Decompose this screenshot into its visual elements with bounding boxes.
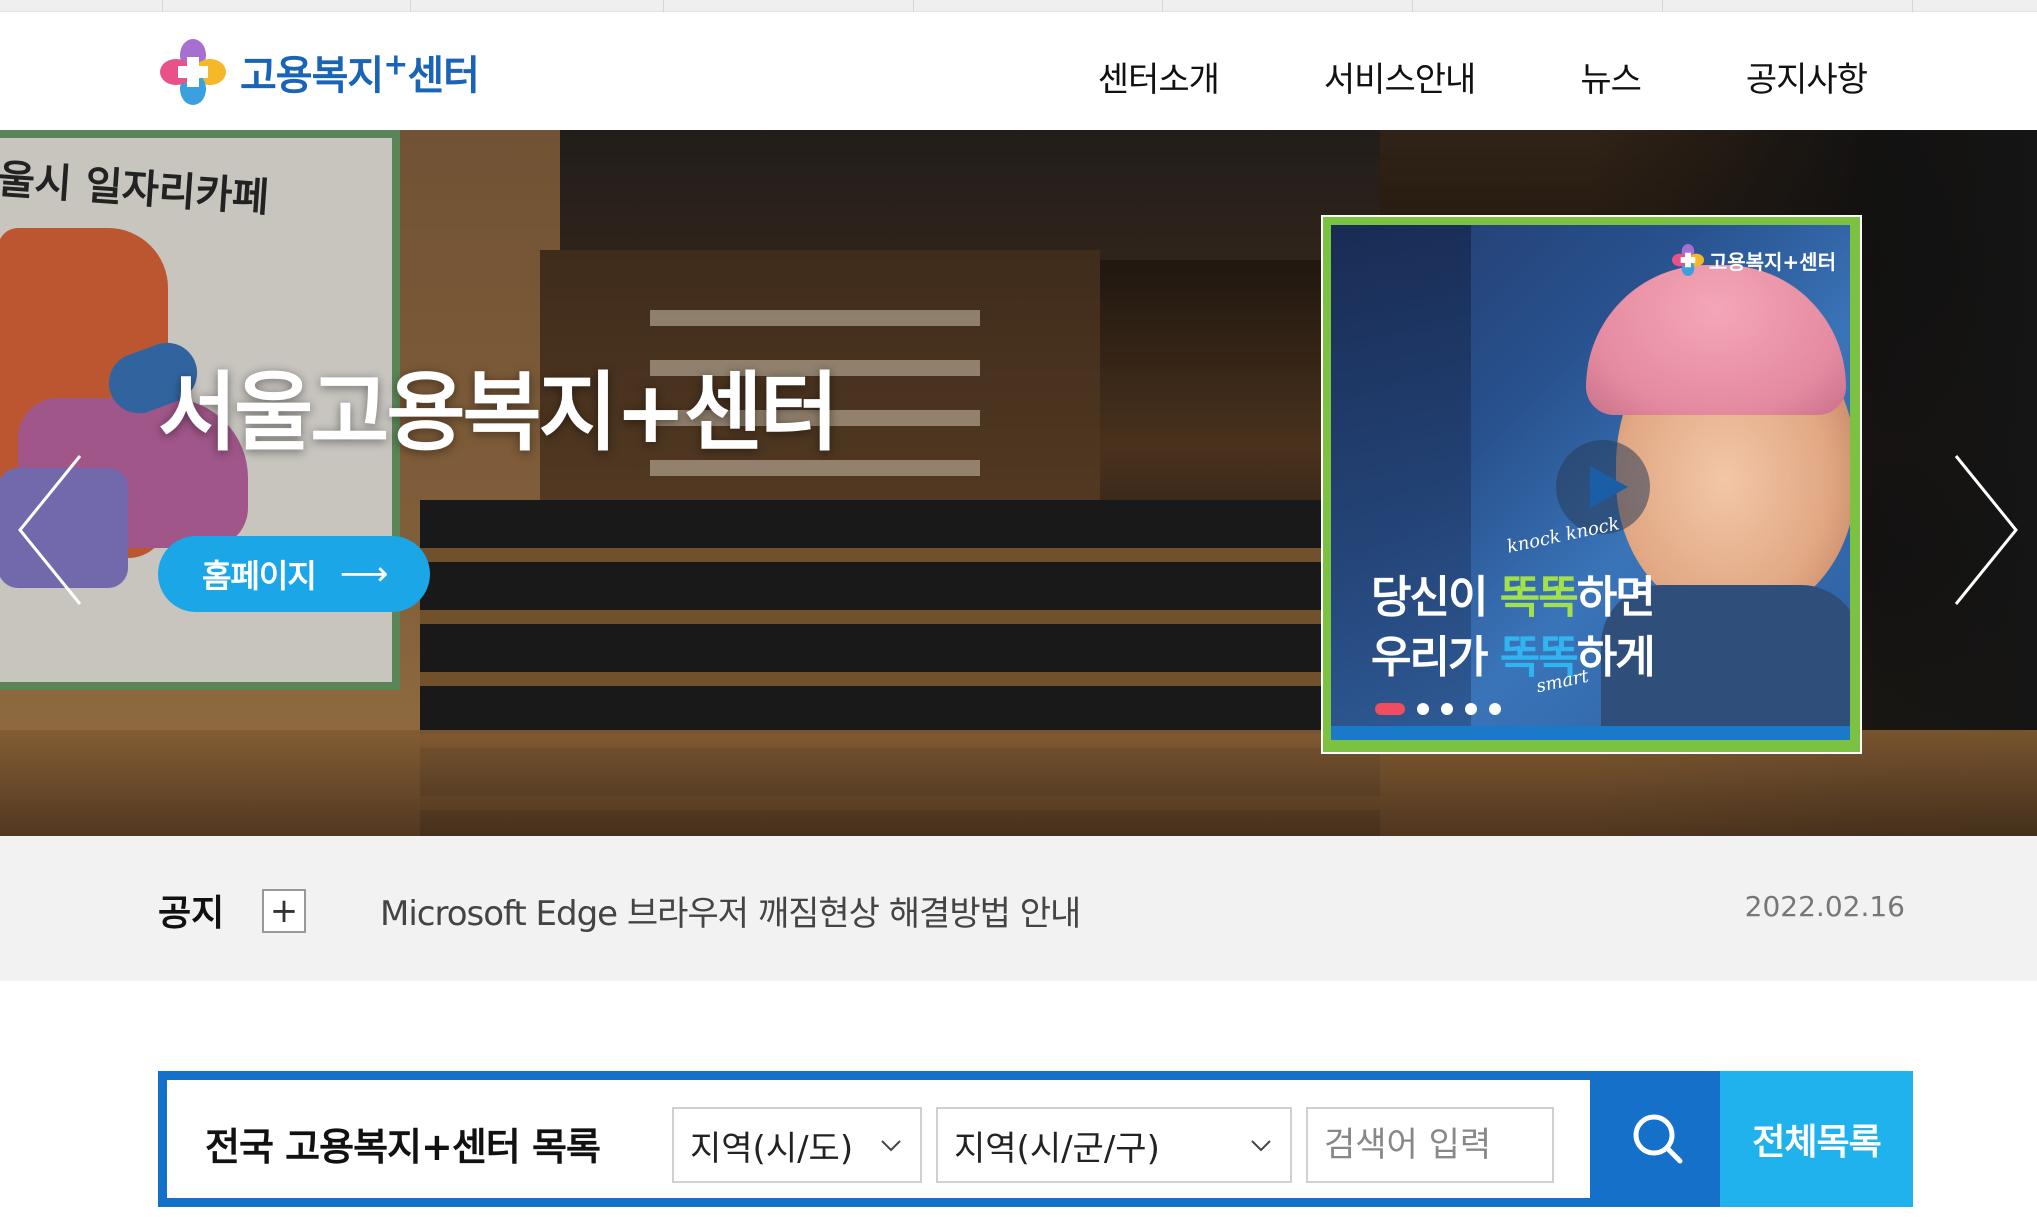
pagination-dot[interactable] [1441,703,1453,715]
arrow-right-icon: ⟶ [339,554,389,594]
pagination-dot-active[interactable] [1375,703,1405,715]
district-select[interactable]: 지역(시/군/구) [936,1107,1292,1183]
promo-line-2: 우리가 똑똑하게 [1371,632,1656,683]
next-slide-arrow-icon[interactable] [1950,450,2020,610]
slide-pagination [1375,703,1501,715]
prev-slide-arrow-icon[interactable] [16,450,86,610]
nav-news[interactable]: 뉴스 [1580,42,1642,111]
site-header: 고용복지+센터 센터소개 서비스안내 뉴스 공지사항 [0,12,2037,130]
notice-more-plus-icon[interactable]: + [262,889,306,933]
hero-title: 서울고용복지+센터 [158,363,839,463]
pagination-dot[interactable] [1489,703,1501,715]
browser-top-strip [0,0,2037,12]
center-search-box: 전국 고용복지+센터 목록 지역(시/도) 지역(시/군/구) 전체목록 [158,1071,1913,1207]
nav-notices[interactable]: 공지사항 [1746,42,1868,111]
clover-logo-icon [1671,243,1704,277]
clover-logo-icon [160,39,226,105]
notice-link[interactable]: Microsoft Edge 브라우저 깨짐현상 해결방법 안내 [380,886,1081,935]
chevron-down-icon [881,1140,901,1152]
nav-center-intro[interactable]: 센터소개 [1098,42,1220,111]
notice-label: 공지 [158,893,225,934]
nav-service-guide[interactable]: 서비스안내 [1324,42,1476,111]
chevron-down-icon [1251,1140,1271,1152]
logo-text: 고용복지+센터 [240,47,480,99]
main-nav: 센터소개 서비스안내 뉴스 공지사항 [993,42,1868,111]
search-button[interactable] [1590,1080,1725,1198]
promo-logo: 고용복지+센터 [1671,243,1836,277]
all-list-button[interactable]: 전체목록 [1720,1071,1913,1207]
search-title: 전국 고용복지+센터 목록 [205,1125,601,1169]
notice-date: 2022.02.16 [1744,890,1905,923]
promo-video-card[interactable]: 고용복지+센터 knock knock 당신이 똑똑하면 우리가 똑똑하게 sm… [1321,215,1862,754]
promo-line-1: 당신이 똑똑하면 [1371,572,1656,623]
search-icon [1633,1114,1682,1164]
region-select[interactable]: 지역(시/도) [672,1107,922,1183]
homepage-button-label: 홈페이지 [202,557,317,595]
site-logo[interactable]: 고용복지+센터 [158,34,480,110]
pagination-dot[interactable] [1417,703,1429,715]
knock-text: knock knock [1505,513,1622,558]
district-select-value: 지역(시/군/구) [954,1128,1160,1169]
notice-bar: 공지 + Microsoft Edge 브라우저 깨짐현상 해결방법 안내 20… [0,836,2037,981]
region-select-value: 지역(시/도) [690,1128,854,1169]
pagination-dot[interactable] [1465,703,1477,715]
keyword-input[interactable] [1306,1107,1554,1183]
homepage-button[interactable]: 홈페이지 ⟶ [158,536,430,612]
